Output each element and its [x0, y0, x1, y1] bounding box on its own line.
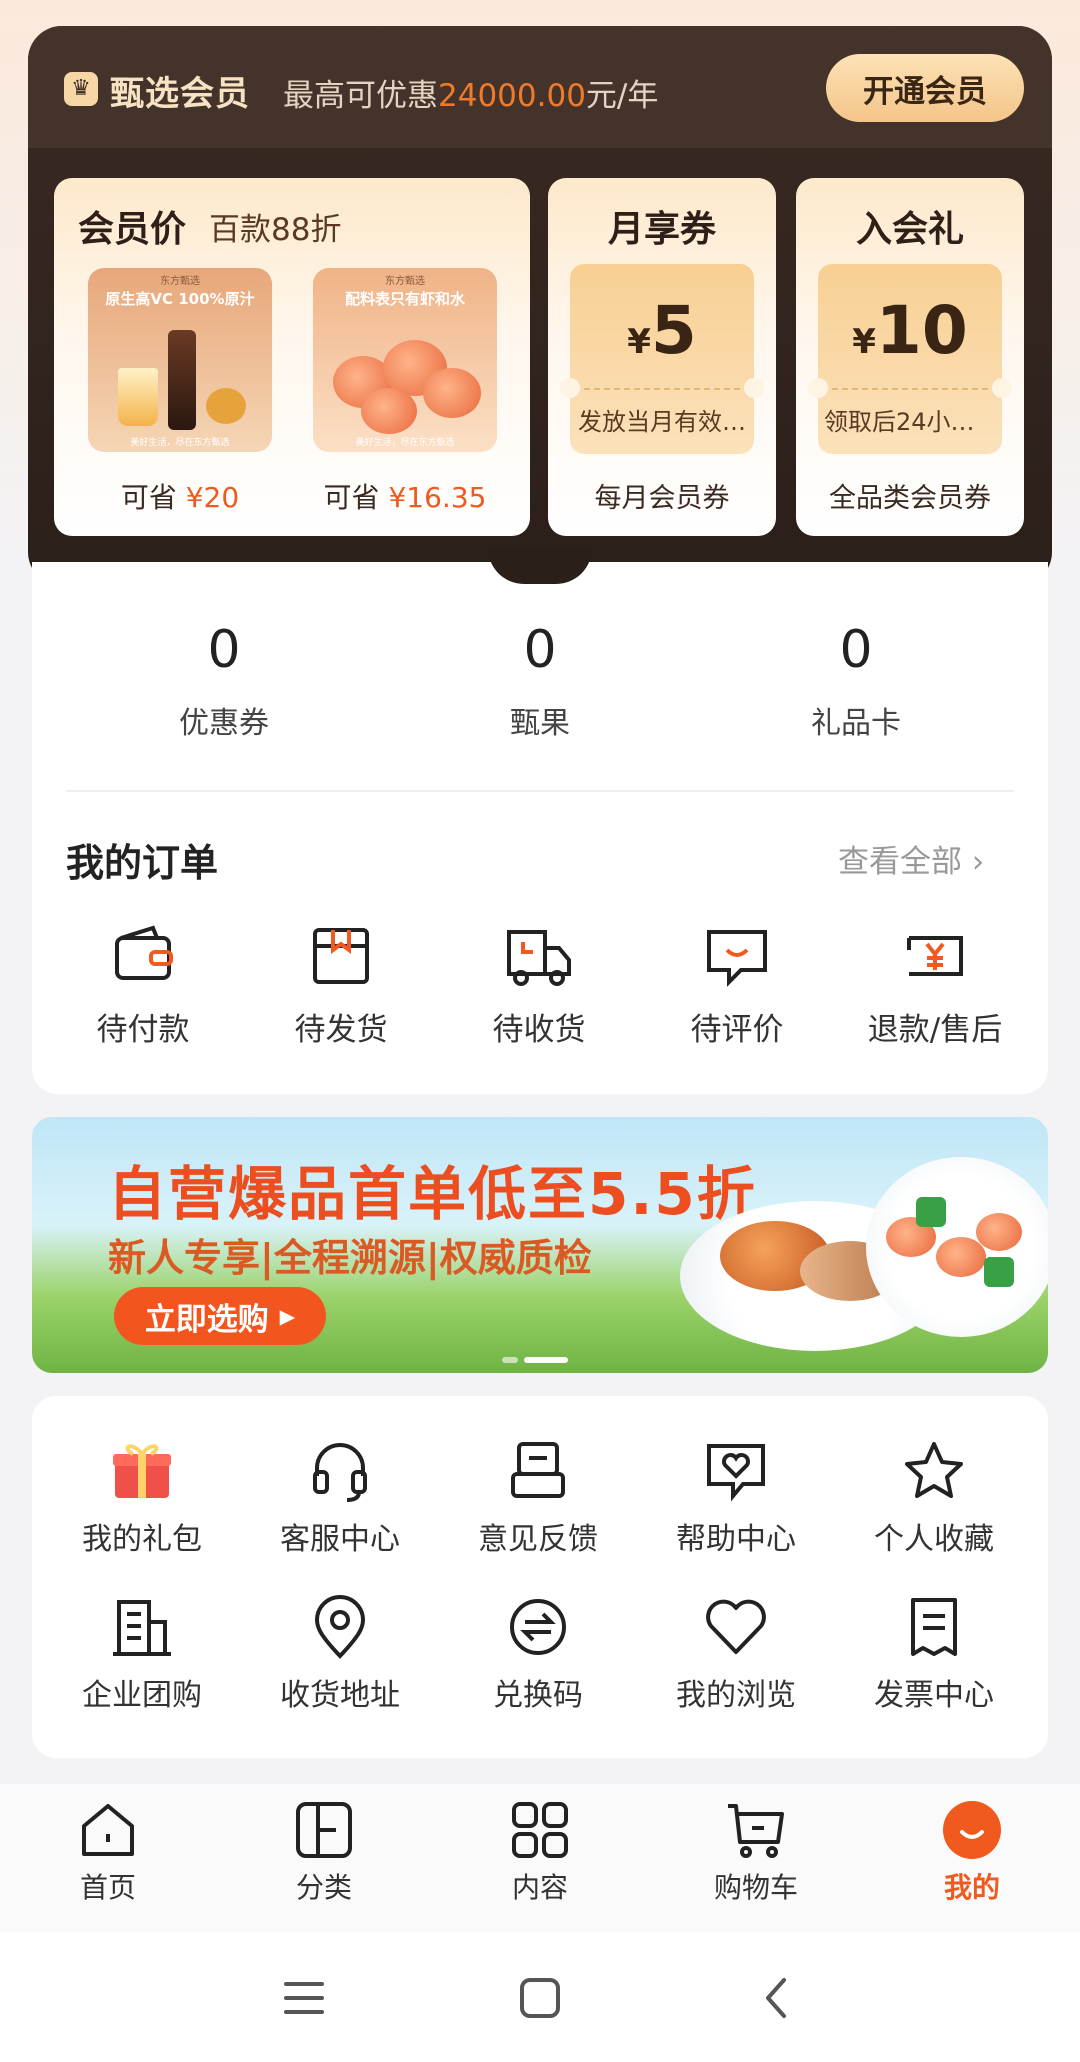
join-gift-label: 全品类会员券: [829, 483, 991, 514]
tab-content[interactable]: 内容: [460, 1798, 620, 1906]
home-icon: [76, 1798, 140, 1862]
service-address[interactable]: 收货地址: [240, 1594, 440, 1714]
wallet-icon: [107, 920, 179, 992]
member-price-subtitle: 百款88折: [209, 212, 342, 248]
service-help-center[interactable]: 帮助中心: [636, 1438, 836, 1558]
tab-home[interactable]: 首页: [28, 1798, 188, 1906]
package-icon: [305, 920, 377, 992]
banner-title: 自营爆品首单低至5.5折: [108, 1160, 757, 1228]
category-icon: [292, 1798, 356, 1862]
exchange-icon: [505, 1594, 571, 1660]
divider: [66, 790, 1014, 792]
chevron-right-icon: ›: [971, 844, 985, 880]
banner-subtitle: 新人专享|全程溯源|权威质检: [108, 1236, 592, 1280]
feedback-icon: [505, 1438, 571, 1504]
service-my-gifts[interactable]: 我的礼包: [42, 1438, 242, 1558]
back-icon[interactable]: [756, 1976, 800, 2024]
stat-points[interactable]: 0 甄果: [420, 624, 660, 742]
orders-title: 我的订单: [66, 841, 219, 885]
member-title: 甄选会员: [110, 74, 250, 114]
join-gift-panel[interactable]: 入会礼 ¥10 领取后24小时… 全品类会员券: [796, 178, 1024, 536]
service-group-buy[interactable]: 企业团购: [42, 1594, 242, 1714]
cart-icon: [724, 1798, 788, 1862]
product-save-label: 可省 ¥16.35: [323, 481, 487, 514]
headset-icon: [307, 1438, 373, 1504]
monthly-coupon[interactable]: ¥5 发放当月有效…: [560, 264, 764, 454]
coupon-amount: ¥10: [852, 292, 968, 369]
promo-banner[interactable]: 自营爆品首单低至5.5折 新人专享|全程溯源|权威质检 立即选购 ▸: [32, 1117, 1048, 1373]
monthly-coupon-panel[interactable]: 月享券 ¥5 发放当月有效… 每月会员券: [548, 178, 776, 536]
grid-icon: [508, 1798, 572, 1862]
service-customer-center[interactable]: 客服中心: [240, 1438, 440, 1558]
banner-shop-button[interactable]: 立即选购 ▸: [114, 1287, 326, 1345]
crown-icon: ♛: [64, 72, 98, 106]
monthly-coupon-label: 每月会员券: [594, 483, 730, 514]
tab-profile[interactable]: 我的: [892, 1798, 1052, 1906]
tab-cart[interactable]: 购物车: [676, 1798, 836, 1906]
help-heart-icon: [703, 1438, 769, 1504]
order-pending-payment[interactable]: 待付款: [48, 920, 238, 1049]
service-invoice-center[interactable]: 发票中心: [834, 1594, 1034, 1714]
service-feedback[interactable]: 意见反馈: [438, 1438, 638, 1558]
play-arrow-icon: ▸: [279, 1298, 296, 1334]
member-subtitle: 最高可优惠24000.00元/年: [283, 78, 659, 114]
coupon-note: 领取后24小时…: [824, 408, 996, 436]
monthly-coupon-title: 月享券: [607, 209, 716, 250]
gift-icon: [109, 1438, 175, 1504]
food-plate-image: [866, 1157, 1048, 1337]
order-refund[interactable]: 退款/售后: [840, 920, 1030, 1049]
order-pending-review[interactable]: 待评价: [642, 920, 832, 1049]
member-price-title: 会员价: [78, 209, 187, 250]
menu-icon[interactable]: [282, 1976, 326, 2024]
member-card[interactable]: ♛ 甄选会员 最高可优惠24000.00元/年 开通会员 会员价 百款88折 东…: [28, 26, 1052, 586]
stat-coupons[interactable]: 0 优惠券: [104, 624, 344, 742]
product-thumbnail-juice[interactable]: 东方甄选 原生高VC 100%原汁 美好生活，尽在东方甄选: [88, 268, 272, 452]
home-button-icon[interactable]: [518, 1976, 562, 2024]
open-membership-button[interactable]: 开通会员: [826, 54, 1024, 122]
order-pending-receipt[interactable]: 待收货: [444, 920, 634, 1049]
tab-category[interactable]: 分类: [244, 1798, 404, 1906]
coupon-amount: ¥5: [627, 292, 697, 369]
member-price-panel[interactable]: 会员价 百款88折 东方甄选 原生高VC 100%原汁 美好生活，尽在东方甄选 …: [54, 178, 530, 536]
heart-icon: [703, 1594, 769, 1660]
comment-icon: [701, 920, 773, 992]
view-all-orders-link[interactable]: 查看全部 ›: [838, 836, 984, 881]
coupon-note: 发放当月有效…: [578, 408, 746, 436]
join-gift-coupon[interactable]: ¥10 领取后24小时…: [808, 264, 1012, 454]
service-redeem-code[interactable]: 兑换码: [438, 1594, 638, 1714]
stat-gift-cards[interactable]: 0 礼品卡: [736, 624, 976, 742]
location-pin-icon: [307, 1594, 373, 1660]
service-favorites[interactable]: 个人收藏: [834, 1438, 1034, 1558]
profile-icon: [940, 1798, 1004, 1862]
truck-icon: [503, 920, 575, 992]
building-icon: [109, 1594, 175, 1660]
product-thumbnail-shrimp[interactable]: 东方甄选 配料表只有虾和水 美好生活，尽在东方甄选: [313, 268, 497, 452]
carousel-indicator: [502, 1357, 582, 1363]
service-browse-history[interactable]: 我的浏览: [636, 1594, 836, 1714]
join-gift-title: 入会礼: [855, 209, 964, 250]
refund-icon: [899, 920, 971, 992]
product-save-label: 可省 ¥20: [120, 481, 240, 514]
star-icon: [901, 1438, 967, 1504]
order-pending-shipment[interactable]: 待发货: [246, 920, 436, 1049]
invoice-icon: [901, 1594, 967, 1660]
